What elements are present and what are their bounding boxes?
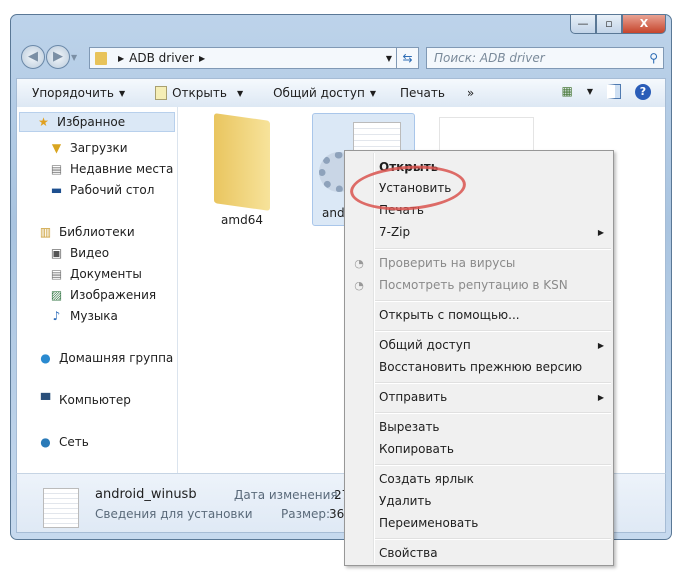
- sidebar-item-recent[interactable]: ▤ Недавние места: [49, 162, 174, 176]
- label: Библиотеки: [59, 225, 135, 239]
- print-button[interactable]: Печать: [400, 86, 445, 100]
- sidebar-item-libraries[interactable]: ▥ Библиотеки: [38, 225, 135, 239]
- menu-item-share[interactable]: Общий доступ ▶: [379, 338, 604, 352]
- video-icon: ▣: [50, 246, 63, 260]
- star-icon: ★: [38, 115, 49, 129]
- antivirus-icon: ◔: [354, 257, 364, 270]
- forward-button[interactable]: ▶: [46, 45, 70, 69]
- more-label: »: [466, 86, 475, 100]
- libraries-icon: ▥: [39, 225, 52, 239]
- label: Отправить: [379, 390, 448, 404]
- sidebar-item-documents[interactable]: ▤ Документы: [49, 267, 142, 281]
- refresh-icon[interactable]: ⇆: [396, 48, 418, 68]
- sidebar-item-pictures[interactable]: ▨ Изображения: [49, 288, 156, 302]
- status-date-label: Дата изменения:: [234, 488, 342, 502]
- search-placeholder: Поиск: ADB driver: [434, 51, 545, 65]
- sidebar-item-network[interactable]: ● Сеть: [38, 435, 89, 449]
- label: Недавние места: [70, 162, 174, 176]
- file-item-amd64[interactable]: amd64: [202, 113, 282, 227]
- submenu-arrow-icon: ▶: [597, 341, 604, 350]
- recent-pages-dropdown[interactable]: ▼: [71, 53, 77, 62]
- menu-item-ksn-reputation[interactable]: Посмотреть репутацию в KSN: [379, 278, 568, 292]
- view-dropdown-icon[interactable]: ▼: [587, 84, 593, 100]
- breadcrumb-arrow-icon[interactable]: ▶: [118, 54, 124, 63]
- label: Сеть: [59, 435, 89, 449]
- music-icon: ♪: [52, 309, 61, 323]
- breadcrumb-adb-driver[interactable]: ADB driver: [129, 51, 194, 65]
- context-menu: Открыть Установить Печать 7-Zip ▶ ◔ Прове…: [344, 150, 614, 566]
- address-bar[interactable]: ▶ ADB driver ▶ ▼ ⇆: [89, 47, 419, 69]
- label: Рабочий стол: [70, 183, 155, 197]
- help-icon[interactable]: ?: [635, 84, 651, 100]
- label: Изображения: [70, 288, 157, 302]
- documents-icon: ▤: [50, 267, 63, 281]
- sidebar-item-video[interactable]: ▣ Видео: [49, 246, 109, 260]
- pictures-icon: ▨: [50, 288, 63, 302]
- menu-item-rename[interactable]: Переименовать: [379, 516, 478, 530]
- label: 7-Zip: [379, 225, 411, 239]
- sidebar-item-downloads[interactable]: ▼ Загрузки: [49, 141, 128, 155]
- homegroup-icon: ●: [40, 351, 51, 365]
- label: Видео: [70, 246, 110, 260]
- sidebar-item-homegroup[interactable]: ● Домашняя группа: [38, 351, 173, 365]
- folder-icon: [95, 51, 107, 65]
- sidebar-item-desktop[interactable]: ▬ Рабочий стол: [49, 183, 155, 197]
- recent-places-icon: ▤: [50, 162, 63, 176]
- menu-item-open-with[interactable]: Открыть с помощью...: [379, 308, 520, 322]
- menu-item-restore-version[interactable]: Восстановить прежнюю версию: [379, 360, 582, 374]
- menu-item-create-shortcut[interactable]: Создать ярлык: [379, 472, 474, 486]
- open-label: Открыть: [172, 86, 227, 100]
- desktop-icon: ▬: [50, 183, 63, 197]
- close-button[interactable]: X: [622, 15, 666, 34]
- menu-item-scan-virus[interactable]: Проверить на вирусы: [379, 256, 515, 270]
- status-size-label: Размер:: [281, 507, 331, 521]
- sidebar-item-favorites[interactable]: ★ Избранное: [19, 112, 175, 132]
- preview-pane-icon[interactable]: [607, 84, 621, 99]
- label: Документы: [70, 267, 142, 281]
- organize-label: Упорядочить: [32, 86, 114, 100]
- label: Музыка: [70, 309, 118, 323]
- file-name: amd64: [221, 213, 263, 227]
- address-dropdown-icon[interactable]: ▼: [386, 54, 392, 63]
- antivirus-icon: ◔: [354, 279, 364, 292]
- maximize-button[interactable]: ▫: [596, 15, 622, 34]
- label: Компьютер: [59, 393, 131, 407]
- folder-icon: [214, 113, 270, 211]
- label: Домашняя группа: [59, 351, 174, 365]
- share-label: Общий доступ: [273, 86, 365, 100]
- more-button[interactable]: »: [467, 86, 474, 100]
- network-icon: ●: [40, 435, 51, 449]
- status-file-type: Сведения для установки: [95, 507, 253, 521]
- submenu-arrow-icon: ▶: [597, 393, 604, 402]
- menu-item-copy[interactable]: Копировать: [379, 442, 454, 456]
- menu-item-properties[interactable]: Свойства: [379, 546, 438, 560]
- menu-item-send-to[interactable]: Отправить ▶: [379, 390, 604, 404]
- sidebar-item-computer[interactable]: ▀ Компьютер: [38, 393, 131, 407]
- downloads-icon: ▼: [51, 141, 62, 155]
- command-bar: Упорядочить ▼ Открыть ▼ Общий доступ ▼ Печа…: [16, 78, 666, 107]
- menu-item-cut[interactable]: Вырезать: [379, 420, 440, 434]
- menu-item-delete[interactable]: Удалить: [379, 494, 432, 508]
- open-button[interactable]: Открыть ▼: [155, 86, 243, 100]
- share-button[interactable]: Общий доступ ▼: [273, 86, 376, 100]
- setup-file-icon: [43, 488, 79, 528]
- submenu-arrow-icon: ▶: [597, 228, 604, 237]
- status-file-name: android_winusb: [95, 487, 197, 502]
- view-options-icon[interactable]: ▦: [562, 84, 573, 100]
- notepad-icon: [155, 86, 168, 100]
- breadcrumb-arrow-icon[interactable]: ▶: [199, 54, 205, 63]
- label: Общий доступ: [379, 338, 471, 352]
- favorites-label: Избранное: [57, 115, 126, 129]
- back-button[interactable]: ◀: [21, 45, 45, 69]
- computer-icon: ▀: [40, 393, 51, 407]
- organize-button[interactable]: Упорядочить ▼: [32, 86, 125, 100]
- sidebar-item-music[interactable]: ♪ Музыка: [49, 309, 118, 323]
- search-icon[interactable]: ⚲: [649, 48, 658, 68]
- minimize-button[interactable]: —: [570, 15, 596, 34]
- menu-item-7zip[interactable]: 7-Zip ▶: [379, 225, 604, 239]
- search-input[interactable]: Поиск: ADB driver ⚲: [426, 47, 664, 69]
- navigation-pane: ★ Избранное ▼ Загрузки ▤ Недавние места ▬ Ра…: [17, 107, 178, 473]
- label: Загрузки: [70, 141, 128, 155]
- print-label: Печать: [399, 86, 445, 100]
